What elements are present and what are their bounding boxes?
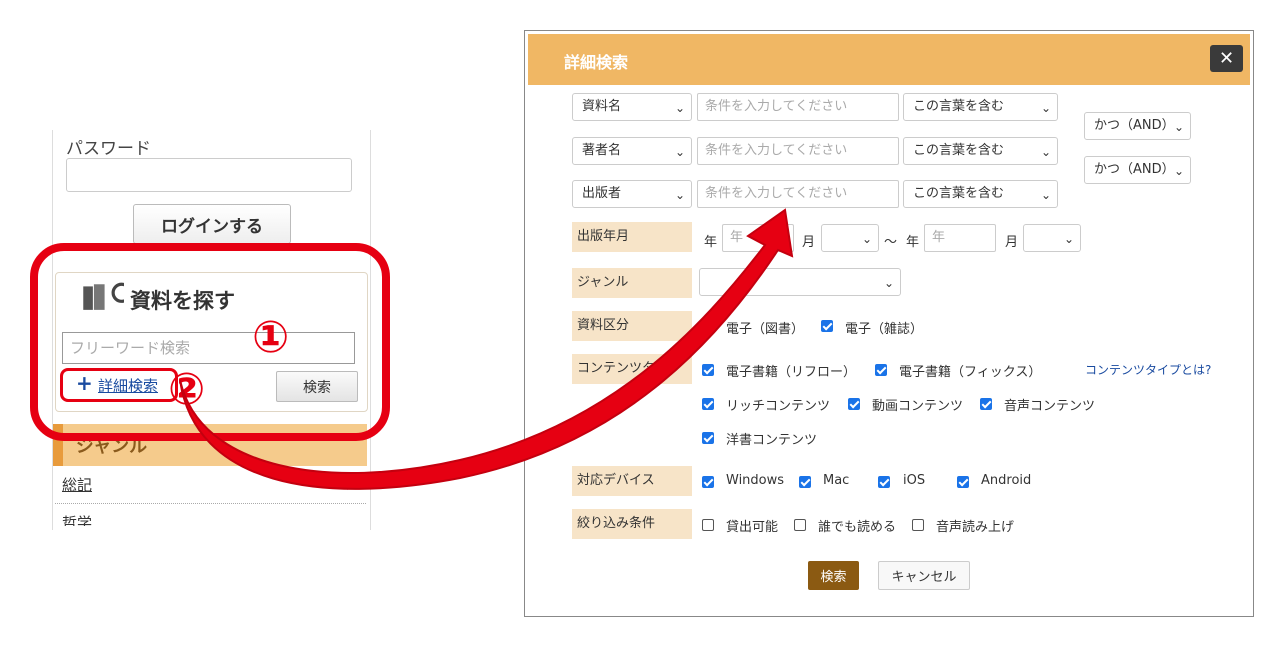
match-select-value: この言葉を含む: [913, 99, 1005, 114]
content-label: コンテンツタイプ: [572, 354, 692, 384]
device-option: Mac: [823, 473, 850, 488]
chevron-down-icon: ⌄: [674, 145, 685, 159]
match-select[interactable]: この言葉を含む ⌄: [903, 180, 1058, 208]
material-option: 電子（雑誌）: [845, 322, 924, 337]
content-option: 音声コンテンツ: [1004, 399, 1096, 414]
year-prefix: 年: [906, 235, 920, 250]
month-to-select[interactable]: ⌄: [1023, 224, 1081, 252]
year-to-input[interactable]: 年: [924, 224, 996, 252]
filter-checkbox[interactable]: [794, 519, 806, 531]
content-checkbox[interactable]: [980, 398, 992, 410]
genre-select[interactable]: ⌄: [699, 268, 901, 296]
category-item[interactable]: 総記: [62, 474, 92, 495]
content-option: 電子書籍（フィックス）: [899, 365, 1042, 380]
annotation-1: ①: [252, 312, 290, 363]
device-checkbox[interactable]: [957, 476, 969, 488]
operator-value: かつ（AND）: [1094, 162, 1175, 177]
match-select[interactable]: この言葉を含む ⌄: [903, 137, 1058, 165]
chevron-down-icon: ⌄: [861, 232, 872, 246]
chevron-down-icon: ⌄: [1063, 232, 1074, 246]
material-label: 資料区分: [572, 311, 692, 341]
password-input[interactable]: [66, 158, 352, 192]
material-checkbox[interactable]: [702, 320, 714, 332]
tilde: ～: [884, 235, 898, 250]
device-checkbox[interactable]: [799, 476, 811, 488]
content-checkbox[interactable]: [875, 364, 887, 376]
field-select[interactable]: 著者名 ⌄: [572, 137, 692, 165]
login-button[interactable]: ログインする: [133, 204, 291, 244]
filter-option: 貸出可能: [726, 520, 779, 535]
match-select[interactable]: この言葉を含む ⌄: [903, 93, 1058, 121]
chevron-down-icon: ⌄: [1040, 188, 1051, 202]
dialog-title: 詳細検索: [564, 53, 629, 72]
month-from-select[interactable]: ⌄: [821, 224, 879, 252]
material-option: 電子（図書）: [726, 322, 805, 337]
operator-value: かつ（AND）: [1094, 118, 1175, 133]
close-button[interactable]: ✕: [1210, 45, 1243, 72]
device-option: Android: [981, 473, 1032, 488]
device-option: Windows: [726, 473, 785, 488]
filter-option: 音声読み上げ: [936, 520, 1015, 535]
operator-select[interactable]: かつ（AND） ⌄: [1084, 112, 1191, 140]
filter-checkbox[interactable]: [702, 519, 714, 531]
year-prefix: 年: [704, 235, 718, 250]
operator-select[interactable]: かつ（AND） ⌄: [1084, 156, 1191, 184]
divider: [55, 503, 366, 504]
content-checkbox[interactable]: [702, 432, 714, 444]
dialog-header: [528, 34, 1250, 85]
month-label: 月: [1005, 235, 1019, 250]
device-checkbox[interactable]: [878, 476, 890, 488]
field-select[interactable]: 出版者 ⌄: [572, 180, 692, 208]
device-label: 対応デバイス: [572, 466, 692, 496]
condition-input[interactable]: 条件を入力してください: [697, 180, 899, 208]
category-item[interactable]: 哲学: [62, 512, 92, 526]
material-checkbox[interactable]: [821, 320, 833, 332]
field-select-value: 著者名: [582, 143, 622, 158]
content-option: 電子書籍（リフロー）: [726, 365, 857, 380]
highlight-detail-link: [60, 368, 178, 402]
content-type-help-link[interactable]: コンテンツタイプとは?: [1085, 361, 1211, 378]
content-checkbox[interactable]: [848, 398, 860, 410]
field-select-value: 資料名: [582, 99, 622, 114]
year-from-input[interactable]: 年: [722, 224, 794, 252]
chevron-down-icon: ⌄: [674, 101, 685, 115]
content-checkbox[interactable]: [702, 398, 714, 410]
match-select-value: この言葉を含む: [913, 186, 1005, 201]
chevron-down-icon: ⌄: [1040, 101, 1051, 115]
field-select[interactable]: 資料名 ⌄: [572, 93, 692, 121]
chevron-right-icon: ›: [346, 480, 352, 495]
chevron-down-icon: ⌄: [674, 188, 685, 202]
dialog-cancel-button[interactable]: キャンセル: [878, 561, 970, 590]
field-select-value: 出版者: [582, 186, 622, 201]
pubdate-label: 出版年月: [572, 222, 692, 252]
device-option: iOS: [903, 473, 926, 488]
chevron-down-icon: ⌄: [1040, 145, 1051, 159]
filter-label: 絞り込み条件: [572, 509, 692, 539]
filter-checkbox[interactable]: [912, 519, 924, 531]
condition-input[interactable]: 条件を入力してください: [697, 137, 899, 165]
chevron-down-icon: ⌄: [883, 276, 894, 290]
filter-option: 誰でも読める: [818, 520, 897, 535]
chevron-down-icon: ⌄: [1173, 164, 1184, 178]
month-label: 月: [802, 235, 816, 250]
content-option: 洋書コンテンツ: [726, 433, 818, 448]
device-checkbox[interactable]: [702, 476, 714, 488]
match-select-value: この言葉を含む: [913, 143, 1005, 158]
chevron-down-icon: ⌄: [1173, 120, 1184, 134]
password-label: パスワード: [66, 139, 151, 159]
genre-label: ジャンル: [572, 268, 692, 298]
close-icon: ✕: [1218, 48, 1235, 69]
content-checkbox[interactable]: [702, 364, 714, 376]
content-option: リッチコンテンツ: [726, 399, 831, 414]
condition-input[interactable]: 条件を入力してください: [697, 93, 899, 121]
highlight-frame: [30, 243, 390, 441]
dialog-search-button[interactable]: 検索: [808, 561, 859, 590]
annotation-2: ②: [168, 364, 206, 415]
content-option: 動画コンテンツ: [872, 399, 964, 414]
